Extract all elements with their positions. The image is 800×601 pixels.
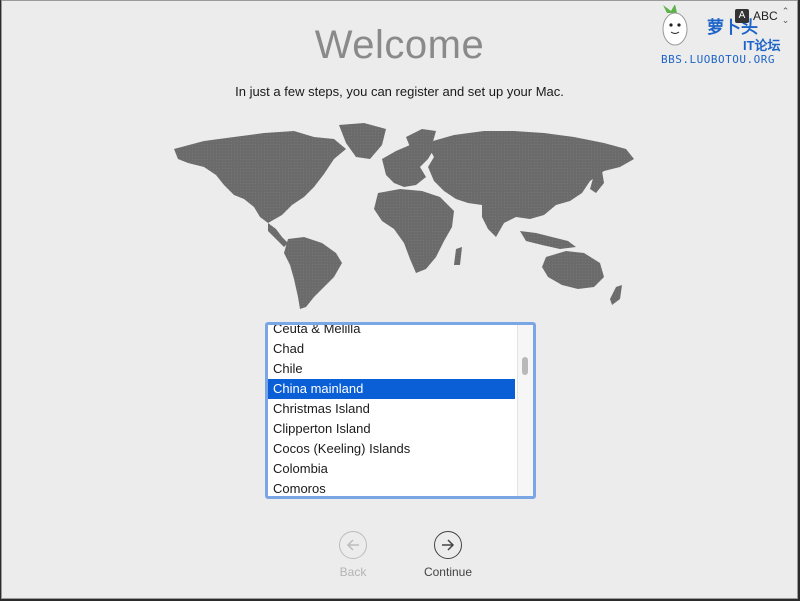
list-item[interactable]: Ceuta & Melilla <box>268 325 515 339</box>
page-title: Welcome <box>314 23 485 67</box>
list-item[interactable]: Chad <box>268 339 515 359</box>
back-button[interactable]: Back <box>323 531 383 579</box>
input-source-label: ABC <box>753 9 778 23</box>
scrollbar-thumb[interactable] <box>522 357 528 375</box>
world-map-icon <box>174 123 634 309</box>
list-item[interactable]: Comoros <box>268 479 515 496</box>
list-scrollbar[interactable] <box>517 325 533 496</box>
keyboard-input-icon: A <box>735 9 749 23</box>
setup-assistant-window: 萝卜头 IT论坛 BBS.LUOBOTOU.ORG A ABC ⌃⌄ Welco… <box>1 0 798 599</box>
continue-button[interactable]: Continue <box>418 531 478 579</box>
country-list-rows: Ceuta & Melilla Chad Chile China mainlan… <box>268 325 533 496</box>
list-item[interactable]: Chile <box>268 359 515 379</box>
country-list[interactable]: Ceuta & Melilla Chad Chile China mainlan… <box>265 322 536 499</box>
list-item[interactable]: Clipperton Island <box>268 419 515 439</box>
list-item[interactable]: Cocos (Keeling) Islands <box>268 439 515 459</box>
back-arrow-icon <box>339 531 367 559</box>
back-label: Back <box>339 565 367 579</box>
continue-label: Continue <box>423 565 473 579</box>
list-item[interactable]: Colombia <box>268 459 515 479</box>
list-item[interactable]: China mainland <box>268 379 515 399</box>
continue-arrow-icon <box>434 531 462 559</box>
list-item[interactable]: Christmas Island <box>268 399 515 419</box>
page-subtitle: In just a few steps, you can register an… <box>235 84 564 99</box>
